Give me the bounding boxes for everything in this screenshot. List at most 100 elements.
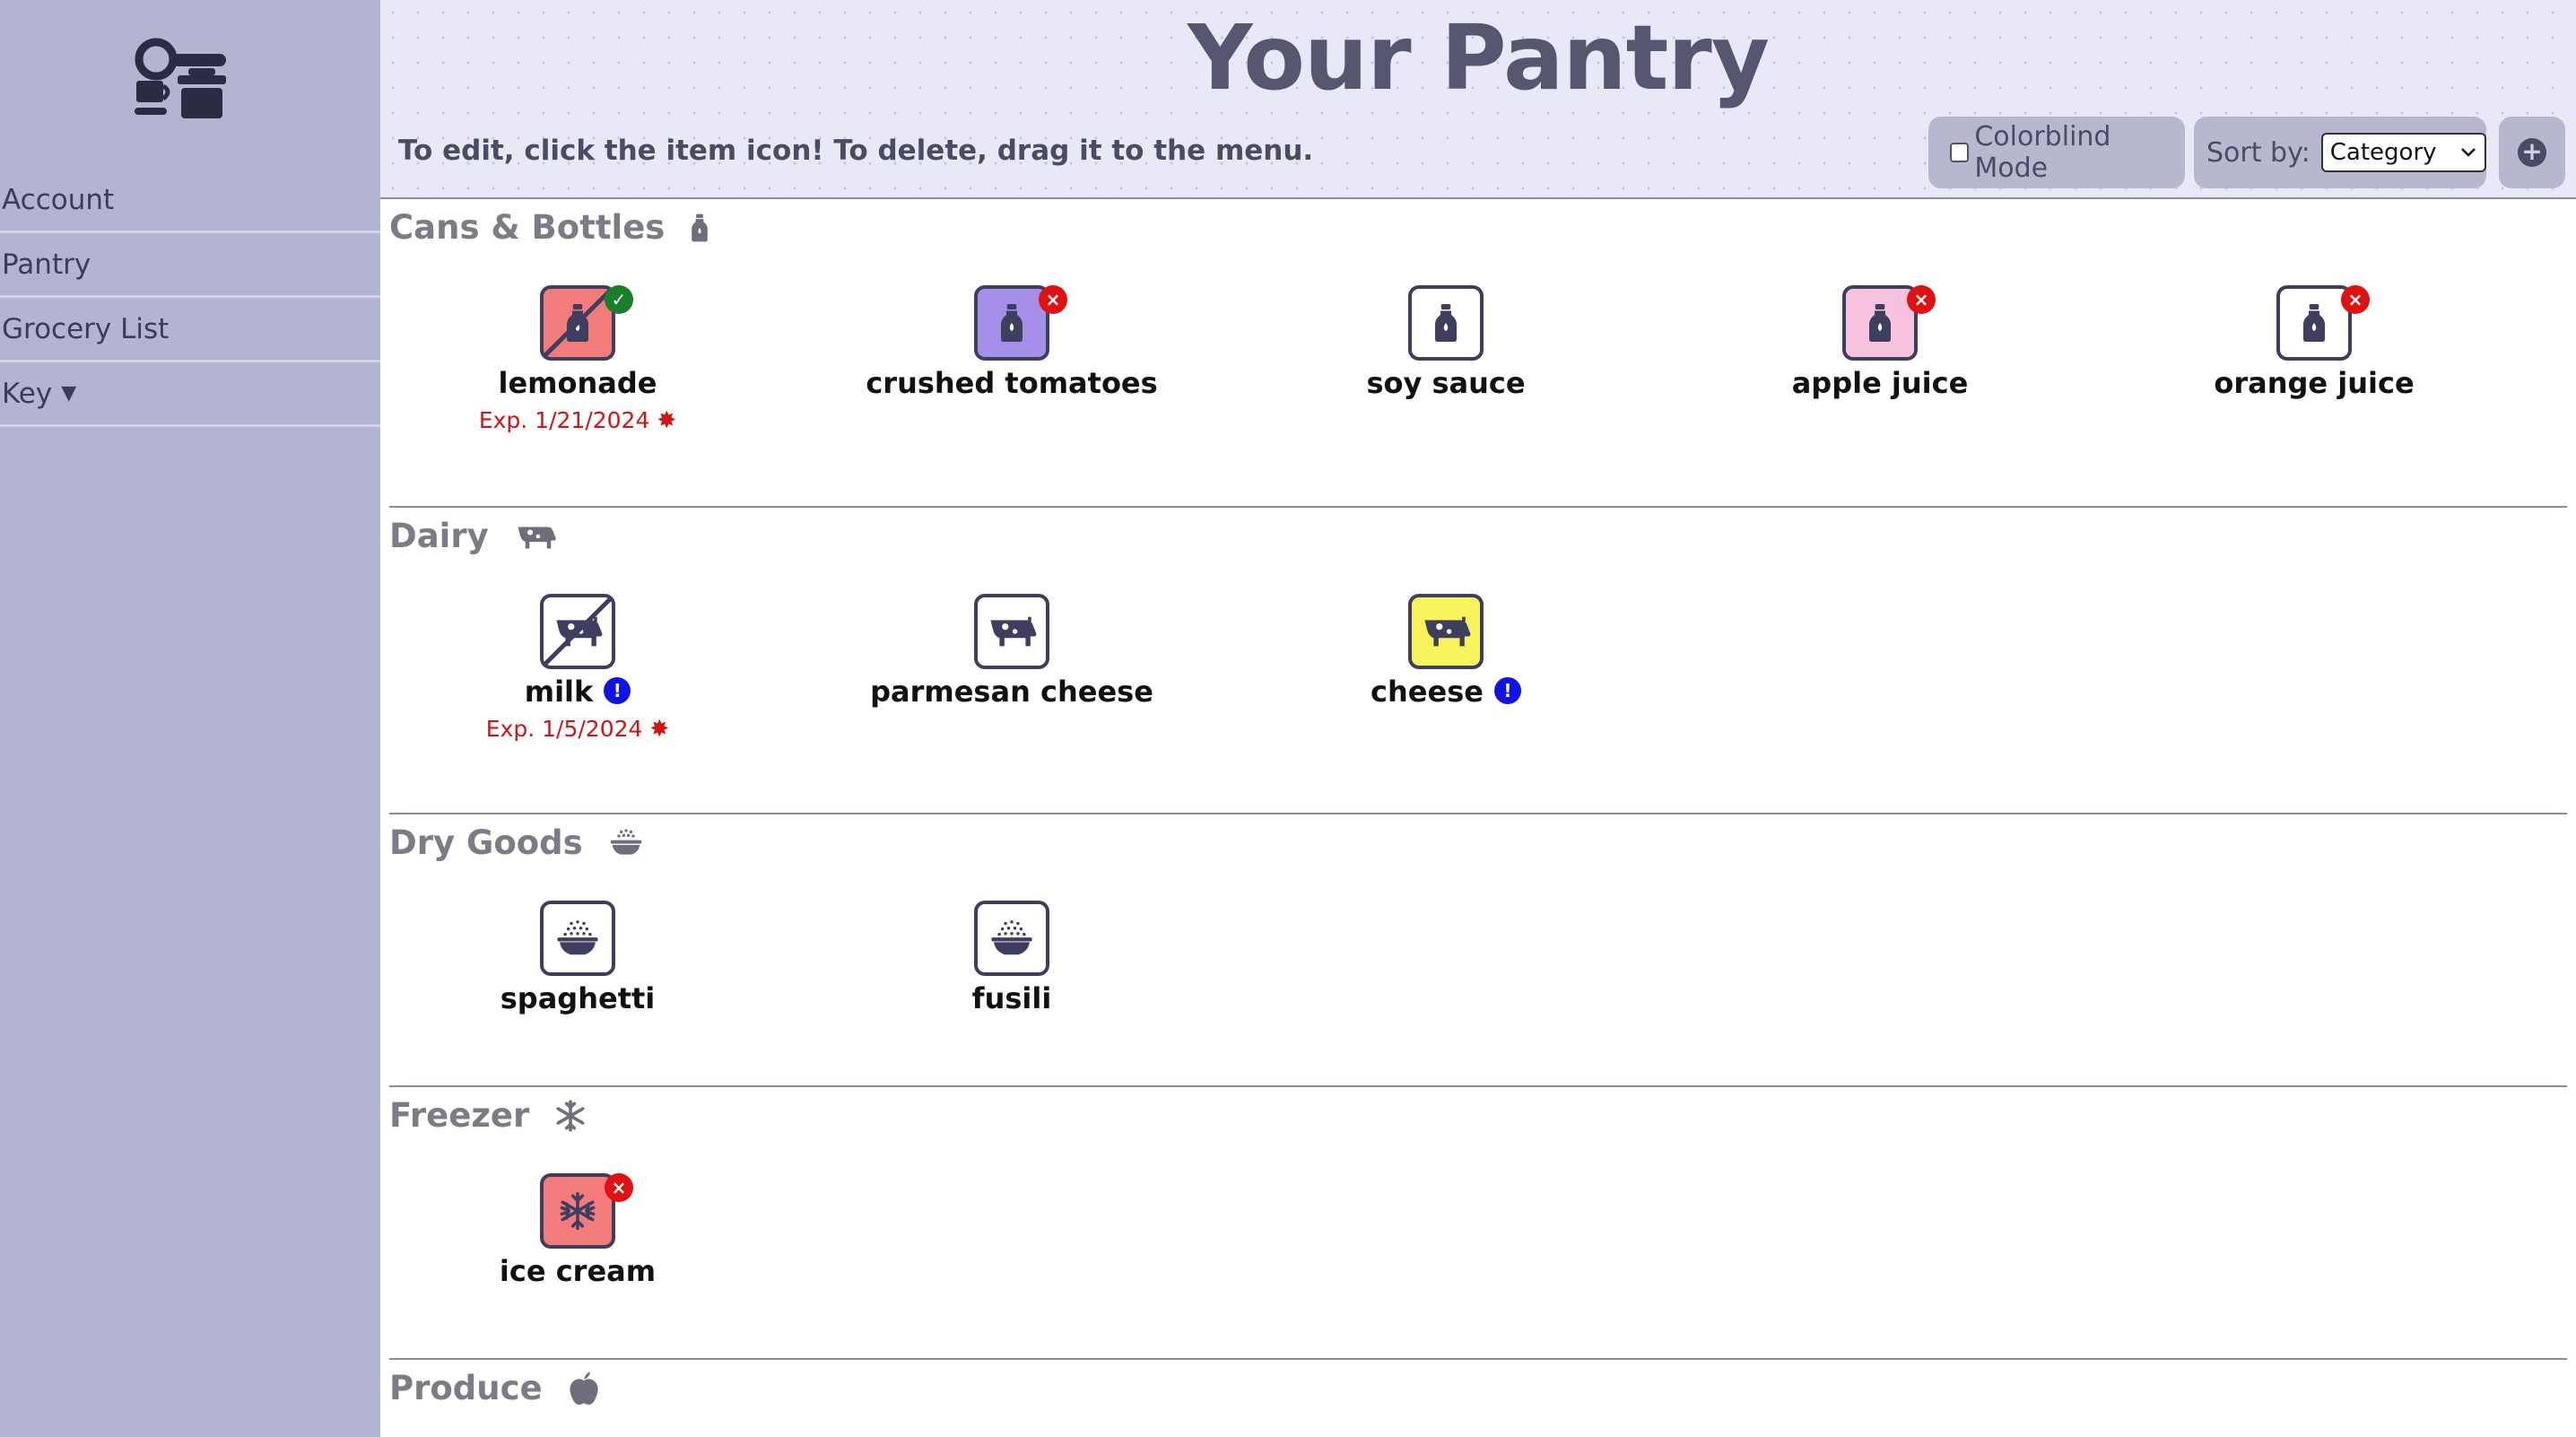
section-title-text: Cans & Bottles: [389, 208, 666, 247]
sidebar-item-grocery-list[interactable]: Grocery List: [0, 298, 380, 362]
cow-icon: [1420, 614, 1472, 649]
item-icon-button[interactable]: [540, 594, 615, 669]
remove-badge-icon: ×: [1907, 285, 1936, 314]
item-name-text: fusili: [971, 981, 1052, 1015]
section-title-text: Freezer: [389, 1096, 530, 1135]
snowflake-icon: [542, 1099, 587, 1132]
cow-icon: [501, 521, 557, 552]
item-icon-button[interactable]: ×: [1842, 285, 1936, 361]
section-title: Cans & Bottles: [389, 208, 709, 247]
item-name: ice cream: [389, 1254, 766, 1288]
item-icon-button[interactable]: [1408, 594, 1484, 669]
item-name: milk!: [389, 675, 766, 709]
item-icon-button[interactable]: [1408, 285, 1484, 361]
sort-select[interactable]: Category: [2320, 133, 2486, 172]
pantry-logo-icon: [135, 38, 226, 118]
item-name-text: ice cream: [499, 1254, 657, 1288]
pantry-item: × orange juice: [2126, 285, 2502, 400]
bottle-icon: [998, 302, 1025, 344]
item-icon-button[interactable]: [974, 594, 1049, 669]
item-name: spaghetti: [389, 981, 766, 1015]
snowflake-icon: [558, 1191, 597, 1231]
item-name-text: soy sauce: [1366, 366, 1526, 400]
item-name: orange juice: [2126, 366, 2502, 400]
chevron-down-icon: [2460, 148, 2476, 157]
item-icon-button[interactable]: [974, 901, 1049, 976]
sidebar-item-label: Grocery List: [2, 312, 170, 345]
page-title: Your Pantry: [1188, 5, 1770, 110]
sidebar-nav: Account Pantry Grocery List Key ▼: [0, 169, 380, 427]
colorblind-checkbox[interactable]: [1950, 143, 1970, 162]
apple-icon: [555, 1371, 600, 1407]
item-name-text: spaghetti: [500, 981, 656, 1015]
sidebar: Account Pantry Grocery List Key ▼: [0, 0, 380, 1437]
section-title: Produce: [389, 1369, 600, 1407]
sidebar-item-label: Key: [2, 377, 53, 410]
sort-label: Sort by:: [2206, 136, 2311, 169]
edit-hint: To edit, click the item icon! To delete,…: [398, 135, 1314, 167]
pantry-item: × crushed tomatoes: [823, 285, 1200, 400]
pantry-item: parmesan cheese: [823, 594, 1200, 709]
sidebar-item-account[interactable]: Account: [0, 169, 380, 233]
item-icon-button[interactable]: ×: [540, 1173, 633, 1249]
section-title: Dairy: [389, 517, 557, 555]
item-icon-button[interactable]: ✓: [540, 285, 633, 361]
item-name: cheese!: [1258, 675, 1634, 709]
bottle-icon: [1867, 302, 1893, 344]
caret-down-icon: ▼: [61, 382, 77, 405]
info-alert-icon: !: [1493, 677, 1521, 704]
section-title: Dry Goods: [389, 823, 644, 862]
section-title-text: Produce: [389, 1369, 543, 1407]
sort-control: Sort by: Category: [2194, 117, 2486, 188]
section-dry-goods: Dry Goods spaghetti fusili: [389, 813, 2567, 1085]
item-name: soy sauce: [1258, 366, 1634, 400]
colorblind-toggle[interactable]: Colorblind Mode: [1928, 117, 2185, 188]
checkmark-badge-icon: ✓: [605, 285, 633, 314]
item-name: crushed tomatoes: [823, 366, 1200, 400]
item-name-text: crushed tomatoes: [866, 366, 1158, 400]
expiry-date-text: Exp. 1/5/2024: [485, 716, 643, 742]
cow-icon: [986, 614, 1038, 649]
item-icon-button[interactable]: ×: [974, 285, 1067, 361]
info-alert-icon: !: [604, 677, 631, 704]
item-name-text: orange juice: [2214, 366, 2415, 400]
pantry-item: cheese!: [1258, 594, 1634, 709]
header: Your Pantry To edit, click the item icon…: [380, 0, 2576, 199]
item-name: fusili: [823, 981, 1200, 1015]
section-title: Freezer: [389, 1096, 587, 1135]
section-freezer: Freezer × ice cream: [389, 1085, 2567, 1358]
bottle-icon: [2301, 302, 2328, 344]
section-dairy: Dairy milk! Exp. 1/5/2024 ✸ parmesan cheese c…: [389, 506, 2567, 813]
item-name-text: milk: [524, 675, 594, 709]
expiry-date: Exp. 1/5/2024 ✸: [389, 716, 766, 743]
sidebar-item-pantry[interactable]: Pantry: [0, 233, 380, 298]
expiry-date-text: Exp. 1/21/2024: [478, 407, 650, 433]
pantry-item: × apple juice: [1692, 285, 2068, 400]
pantry-item: milk! Exp. 1/5/2024 ✸: [389, 594, 766, 743]
item-name: apple juice: [1692, 366, 2068, 400]
bottle-icon: [1432, 302, 1459, 344]
expiry-date: Exp. 1/21/2024 ✸: [389, 407, 766, 434]
sidebar-item-label: Account: [2, 183, 115, 216]
item-icon-button[interactable]: [540, 901, 615, 976]
bowl-icon: [988, 919, 1035, 958]
sort-select-value: Category: [2329, 139, 2437, 166]
crossed-out-icon: [542, 596, 614, 667]
bowl-icon: [596, 828, 644, 858]
plus-icon: +: [2518, 138, 2546, 167]
section-title-text: Dry Goods: [389, 823, 583, 862]
section-produce: Produce: [389, 1358, 2567, 1437]
add-item-button[interactable]: +: [2499, 117, 2565, 188]
pantry-item: ✓ lemonade Exp. 1/21/2024 ✸: [389, 285, 766, 434]
pantry-item: fusili: [823, 901, 1200, 1015]
colorblind-label: Colorblind Mode: [1974, 121, 2111, 184]
remove-badge-icon: ×: [605, 1173, 633, 1202]
item-icon-button[interactable]: ×: [2276, 285, 2370, 361]
pantry-item: × ice cream: [389, 1173, 766, 1288]
pantry-item: spaghetti: [389, 901, 766, 1015]
pantry-item: soy sauce: [1258, 285, 1634, 400]
sidebar-item-key[interactable]: Key ▼: [0, 362, 380, 427]
expired-sparkle-icon: ✸: [649, 716, 670, 743]
remove-badge-icon: ×: [2341, 285, 2370, 314]
sidebar-item-label: Pantry: [2, 248, 91, 281]
